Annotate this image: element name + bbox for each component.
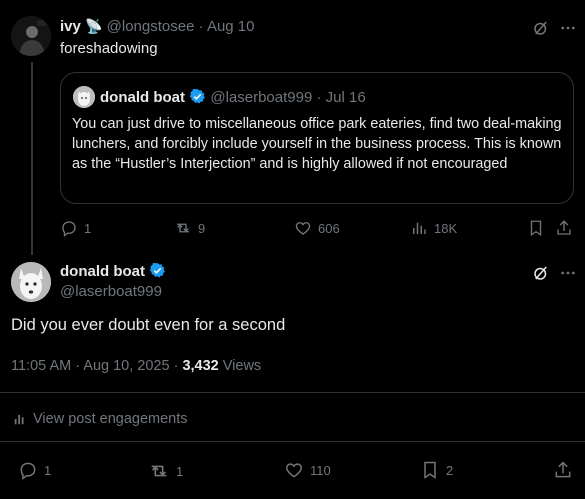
like-icon [284, 460, 304, 480]
views-label: Views [218, 358, 262, 374]
reply-action[interactable]: 1 [60, 219, 91, 237]
share-icon[interactable] [555, 219, 573, 237]
views-icon [410, 219, 428, 237]
reply-count: 1 [44, 462, 52, 478]
satellite-dish-icon: 📡 [85, 18, 103, 34]
like-count: 110 [310, 462, 331, 478]
views-count: 3,432 [182, 358, 219, 374]
more-icon[interactable] [559, 19, 577, 37]
views-icon [13, 412, 27, 426]
share-icon[interactable] [553, 460, 573, 480]
bookmark-icon [420, 460, 440, 480]
post-meta: 11:05 AM · Aug 10, 2025 · 3,432 Views [11, 358, 261, 374]
repost-action[interactable]: 1 [148, 460, 183, 482]
reply-icon [18, 460, 38, 480]
avatar-donald-boat[interactable] [11, 262, 51, 302]
divider [0, 441, 585, 442]
repost-count: 9 [198, 220, 206, 236]
repost-icon [148, 460, 170, 482]
bookmark-action[interactable]: 2 [420, 460, 453, 480]
view-engagements-link[interactable]: View post engagements [13, 411, 188, 427]
reply-text: foreshadowing [60, 40, 158, 57]
separator: · [198, 18, 204, 35]
repost-count: 1 [176, 463, 184, 479]
main-author-name[interactable]: donald boat [60, 263, 145, 280]
engagements-label: View post engagements [33, 411, 188, 427]
separator: · [316, 89, 322, 106]
verified-badge-icon [149, 262, 166, 279]
grok-icon[interactable] [532, 264, 550, 282]
views-action[interactable]: 18K [410, 219, 457, 237]
like-action[interactable]: 110 [284, 460, 331, 480]
bookmark-count: 2 [446, 462, 454, 478]
repost-icon [174, 219, 192, 237]
thread-line [31, 62, 33, 255]
more-icon[interactable] [559, 264, 577, 282]
main-author-handle[interactable]: @laserboat999 [60, 283, 162, 300]
bookmark-icon[interactable] [527, 219, 545, 237]
quoted-author-handle[interactable]: @laserboat999 [210, 89, 312, 106]
post-date[interactable]: Aug 10 [207, 18, 255, 35]
avatar-donald-boat-small[interactable] [73, 86, 95, 108]
main-header: donald boat [60, 262, 166, 280]
author-handle[interactable]: @longstosee [107, 18, 195, 35]
post-timestamp[interactable]: 11:05 AM · Aug 10, 2025 · [11, 358, 182, 374]
quoted-text: You can just drive to miscellaneous offi… [72, 116, 562, 172]
reply-icon [60, 219, 78, 237]
quoted-header: donald boat @laserboat999 · Jul 16 [100, 88, 366, 106]
grok-icon[interactable] [532, 19, 550, 37]
reply-count: 1 [84, 220, 92, 236]
reply-action[interactable]: 1 [18, 460, 51, 480]
like-action[interactable]: 606 [294, 219, 340, 237]
repost-action[interactable]: 9 [174, 219, 205, 237]
verified-badge-icon [189, 88, 206, 105]
divider [0, 392, 585, 393]
author-name[interactable]: ivy [60, 18, 81, 35]
views-count: 18K [434, 220, 458, 236]
quoted-author-name[interactable]: donald boat [100, 89, 185, 106]
main-post-text: Did you ever doubt even for a second [11, 316, 286, 334]
like-icon [294, 219, 312, 237]
quoted-post-date[interactable]: Jul 16 [326, 89, 366, 106]
avatar-ivy[interactable] [11, 16, 51, 56]
like-count: 606 [318, 220, 340, 236]
reply-header: ivy 📡 @longstosee · Aug 10 [60, 18, 254, 35]
